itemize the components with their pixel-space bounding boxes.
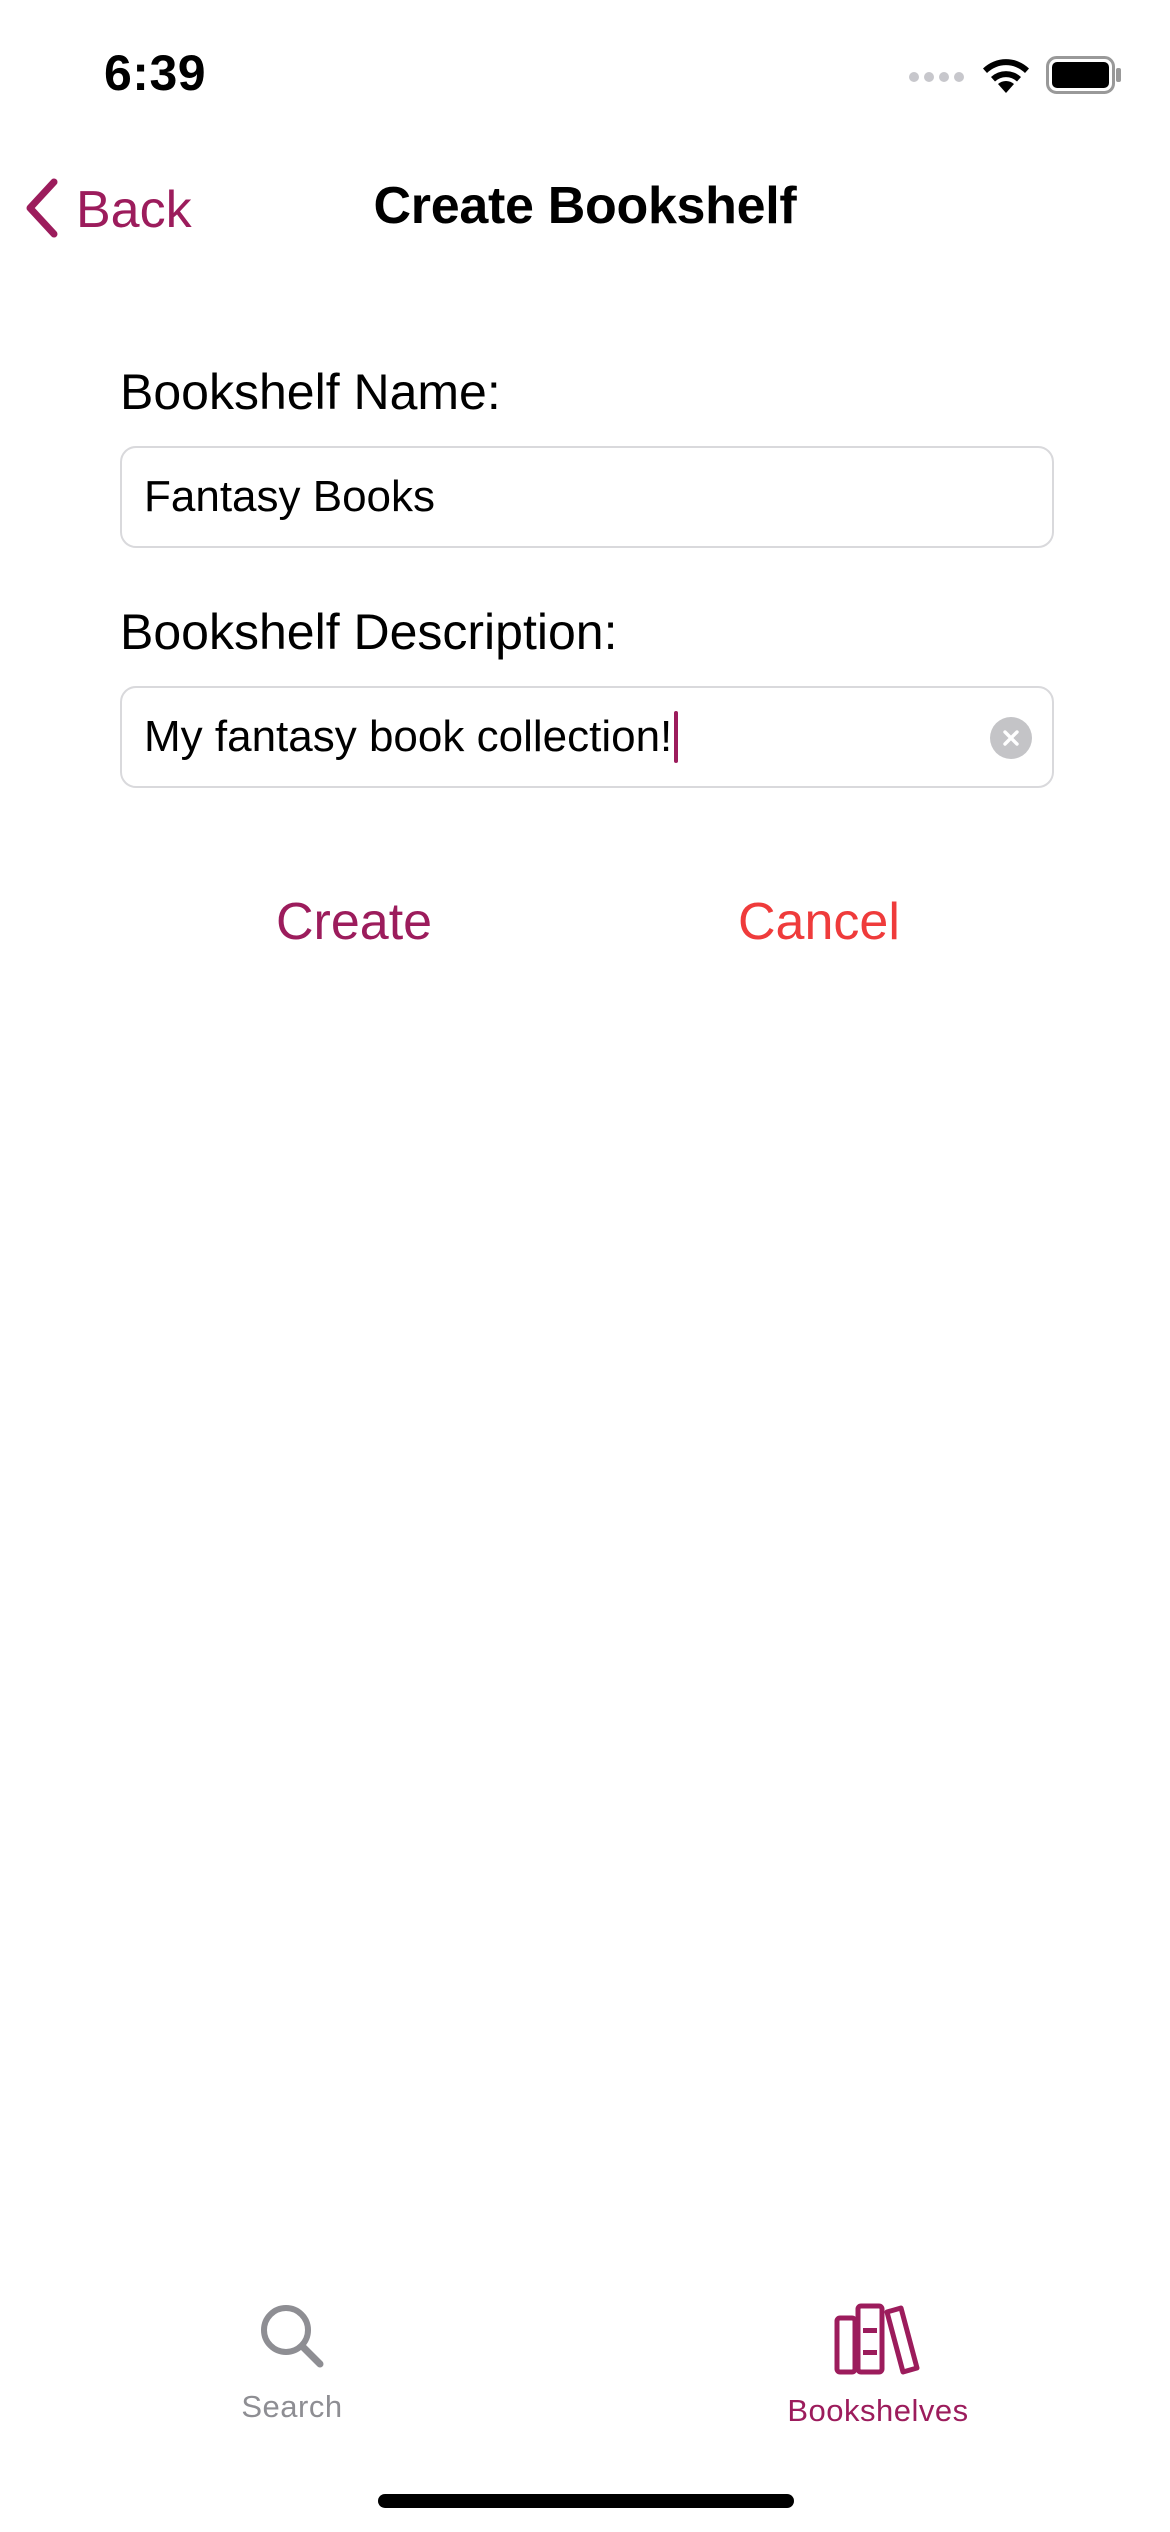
signal-icon (908, 65, 966, 85)
clear-text-button[interactable] (990, 717, 1032, 759)
navigation-bar: Back Create Bookshelf (0, 150, 1170, 270)
status-bar: 6:39 (0, 0, 1170, 140)
name-field-value: Fantasy Books (144, 472, 436, 521)
tab-bar: Search Bookshelves (0, 2280, 1170, 2450)
tab-bookshelves-label: Bookshelves (787, 2393, 969, 2428)
home-indicator[interactable] (378, 2494, 794, 2508)
page-title: Create Bookshelf (373, 177, 797, 235)
search-icon (256, 2300, 328, 2377)
tab-search-label: Search (241, 2389, 343, 2424)
tab-bookshelves[interactable]: Bookshelves (728, 2300, 1028, 2429)
description-label: Bookshelf Description: (120, 604, 618, 660)
battery-icon (1046, 56, 1122, 94)
status-time: 6:39 (104, 45, 207, 101)
create-button[interactable]: Create (276, 892, 432, 952)
tab-search[interactable]: Search (142, 2300, 442, 2425)
cancel-button[interactable]: Cancel (738, 892, 900, 952)
text-cursor (674, 711, 679, 763)
description-field-value: My fantasy book collection! (144, 712, 673, 761)
close-icon (1003, 730, 1019, 746)
name-label: Bookshelf Name: (120, 364, 501, 420)
description-field[interactable]: My fantasy book collection! (120, 686, 1054, 788)
bookshelves-icon (833, 2300, 923, 2381)
name-field[interactable]: Fantasy Books (120, 446, 1054, 548)
create-bookshelf-form: Bookshelf Name: Fantasy Books Bookshelf … (120, 360, 1054, 951)
wifi-icon (980, 55, 1032, 95)
form-actions: Create Cancel (120, 892, 1054, 972)
status-icons (908, 52, 1122, 98)
